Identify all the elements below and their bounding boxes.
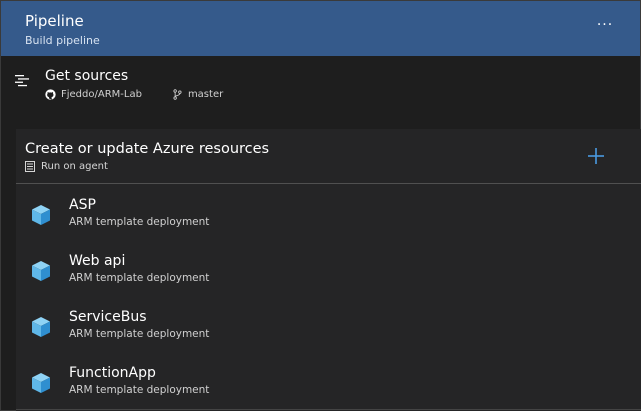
agent-job-run-on: Run on agent — [41, 161, 108, 172]
more-options-button[interactable]: ··· — [595, 15, 615, 35]
pipeline-subtitle: Build pipeline — [25, 34, 100, 47]
task-item[interactable]: Web api ARM template deployment — [16, 241, 641, 297]
branch-name: master — [187, 89, 224, 100]
task-description: ARM template deployment — [69, 272, 210, 284]
task-description: ARM template deployment — [69, 216, 210, 228]
task-item[interactable]: FunctionApp ARM template deployment — [16, 353, 641, 409]
get-sources-section[interactable]: Get sources Fjeddo/ARM-Lab master — [1, 56, 640, 128]
task-item[interactable]: ASP ARM template deployment — [16, 185, 641, 241]
agent-job: Create or update Azure resources Run on … — [16, 129, 641, 411]
task-item[interactable]: ServiceBus ARM template deployment — [16, 297, 641, 353]
add-task-button[interactable] — [585, 145, 607, 167]
pipeline-header[interactable]: Pipeline Build pipeline ··· — [1, 1, 640, 56]
github-icon — [45, 89, 56, 100]
arm-cube-icon — [32, 261, 50, 281]
task-name: ServiceBus — [69, 309, 147, 325]
task-description: ARM template deployment — [69, 384, 210, 396]
agent-job-header[interactable]: Create or update Azure resources Run on … — [16, 129, 641, 184]
get-sources-icon — [15, 75, 29, 87]
task-name: FunctionApp — [69, 365, 156, 381]
agent-job-title: Create or update Azure resources — [25, 141, 270, 157]
task-name: ASP — [69, 197, 96, 213]
task-list: ASP ARM template deployment Web api ARM … — [16, 185, 641, 409]
repo-name: Fjeddo/ARM-Lab — [61, 89, 142, 100]
agent-icon — [25, 161, 35, 172]
pipeline-title: Pipeline — [25, 12, 84, 30]
get-sources-meta: Fjeddo/ARM-Lab master — [45, 89, 223, 100]
branch-icon — [173, 89, 182, 100]
divider — [16, 409, 641, 410]
arm-cube-icon — [32, 205, 50, 225]
arm-cube-icon — [32, 373, 50, 393]
arm-cube-icon — [32, 317, 50, 337]
get-sources-title: Get sources — [45, 68, 129, 84]
task-name: Web api — [69, 253, 126, 269]
task-description: ARM template deployment — [69, 328, 210, 340]
agent-job-subtitle: Run on agent — [25, 161, 108, 172]
